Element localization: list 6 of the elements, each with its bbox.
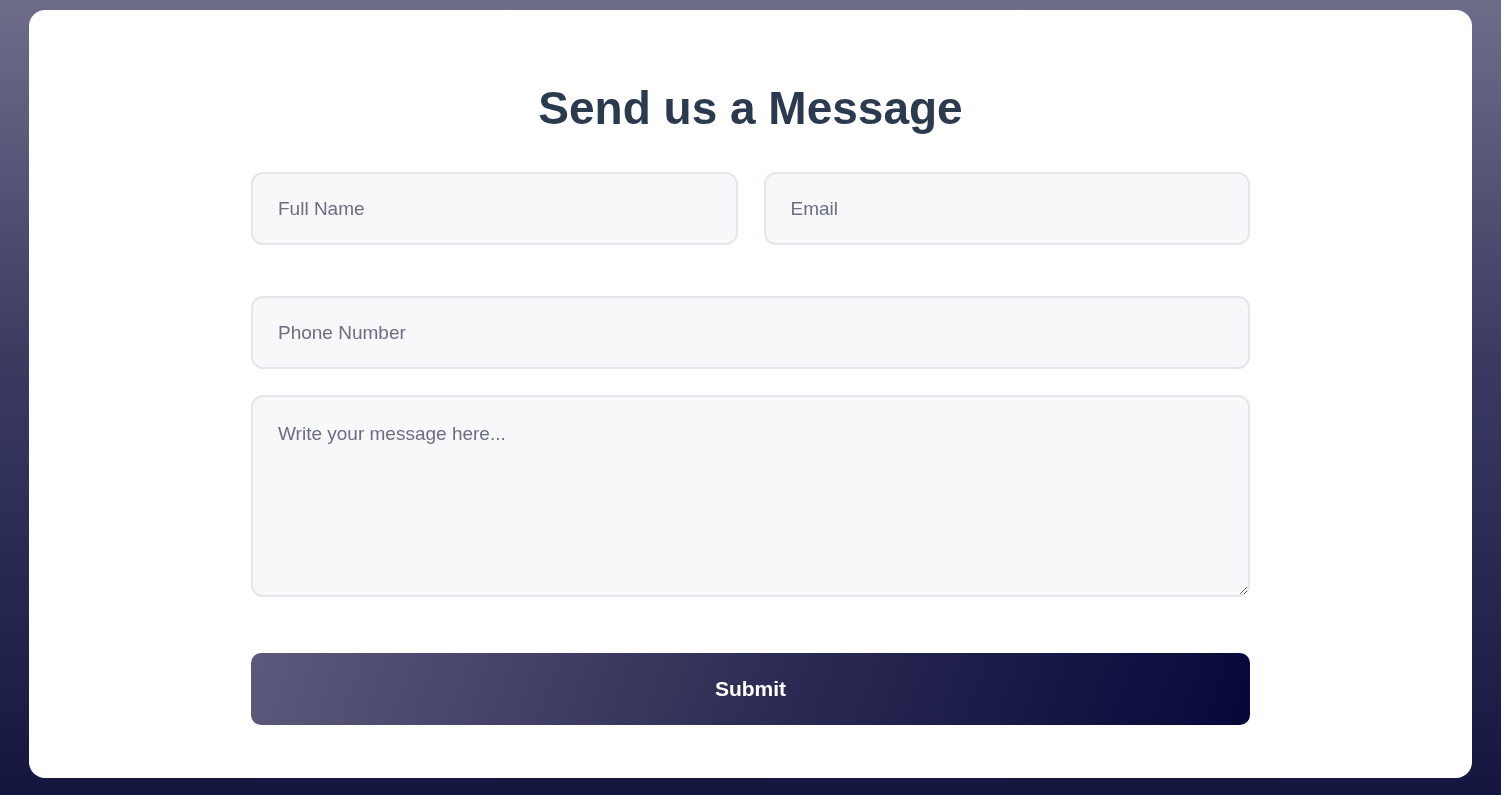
phone-field[interactable]: Phone Number — [251, 296, 1250, 369]
name-field[interactable]: Full Name — [251, 172, 738, 245]
form-title: Send us a Message — [538, 81, 963, 136]
submit-button[interactable]: Submit — [251, 653, 1250, 725]
email-field[interactable]: Email — [763, 172, 1250, 245]
message-field[interactable]: Write your message here... — [251, 395, 1250, 597]
